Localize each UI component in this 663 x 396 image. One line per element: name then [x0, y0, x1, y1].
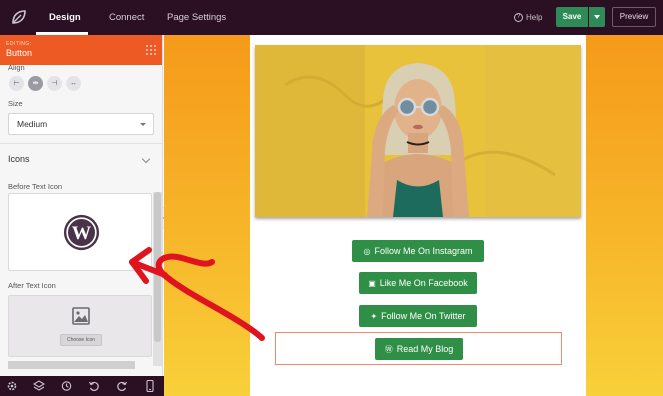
help-icon: ?	[514, 13, 523, 23]
tab-page-settings[interactable]: Page Settings	[167, 0, 226, 35]
mobile-preview-icon[interactable]	[144, 380, 156, 392]
icons-section-title[interactable]: Icons	[8, 154, 30, 164]
hero-image[interactable]	[255, 45, 581, 217]
size-value: Medium	[17, 119, 48, 129]
align-center-icon[interactable]: ⇹	[28, 76, 43, 91]
tab-design[interactable]: Design	[49, 0, 81, 35]
grid-menu-icon[interactable]	[145, 44, 157, 56]
seedprod-logo[interactable]	[9, 7, 29, 27]
twitter-icon: ✦	[370, 312, 378, 321]
facebook-icon: ▣	[368, 279, 376, 288]
before-icon-label: Before Text Icon	[8, 182, 63, 191]
twitter-button-label: Follow Me On Twitter	[381, 311, 466, 321]
page-content: ◎ Follow Me On Instagram ▣ Like Me On Face…	[250, 35, 586, 396]
history-icon[interactable]	[60, 380, 72, 392]
twitter-button[interactable]: ✦ Follow Me On Twitter	[359, 305, 477, 327]
tab-connect[interactable]: Connect	[109, 0, 144, 35]
image-icon	[72, 307, 90, 325]
align-right-icon[interactable]: ⊣	[47, 76, 62, 91]
chevron-down-icon[interactable]	[141, 154, 151, 164]
before-icon-picker[interactable]: W	[8, 193, 152, 271]
top-bar: Design Connect Page Settings ? Help Save …	[0, 0, 663, 35]
preview-button[interactable]: Preview	[612, 7, 656, 27]
layers-icon[interactable]	[33, 380, 45, 392]
save-options-dropdown[interactable]	[589, 7, 605, 27]
settings-icon[interactable]	[6, 380, 18, 392]
instagram-icon: ◎	[363, 247, 371, 256]
align-full-icon[interactable]: ↔	[66, 76, 81, 91]
bottom-toolbar	[0, 376, 164, 396]
facebook-button-label: Like Me On Facebook	[379, 278, 468, 288]
size-select[interactable]: Medium	[8, 113, 154, 135]
help-label: Help	[526, 13, 543, 22]
editing-title: Button	[6, 48, 33, 58]
page-canvas: ◎ Follow Me On Instagram ▣ Like Me On Face…	[164, 35, 663, 396]
save-button[interactable]: Save	[556, 7, 588, 27]
blog-button[interactable]: Ⓦ Read My Blog	[375, 338, 463, 360]
svg-text:W: W	[72, 223, 92, 244]
wordpress-icon: W	[63, 214, 100, 251]
align-label: Align	[8, 63, 25, 72]
editing-header: EDITING: Button	[0, 35, 162, 65]
size-label: Size	[8, 99, 23, 108]
horizontal-scrollbar[interactable]	[8, 361, 135, 369]
wordpress-icon: Ⓦ	[384, 345, 393, 354]
panel-scrollbar[interactable]	[153, 192, 162, 366]
help-link[interactable]: ? Help	[514, 0, 542, 35]
undo-icon[interactable]	[88, 380, 100, 392]
after-icon-picker[interactable]: Choose Icon	[8, 295, 152, 357]
align-left-icon[interactable]: ⊢	[9, 76, 24, 91]
scrollbar-thumb[interactable]	[154, 192, 161, 342]
facebook-button[interactable]: ▣ Like Me On Facebook	[359, 272, 477, 294]
choose-icon-button[interactable]: Choose Icon	[60, 334, 102, 346]
settings-panel: EDITING: Button Align ⊢ ⇹ ⊣ ↔ Size Mediu…	[0, 35, 163, 376]
after-icon-label: After Text Icon	[8, 281, 56, 290]
instagram-button-label: Follow Me On Instagram	[374, 246, 473, 256]
editing-label: EDITING:	[6, 41, 32, 47]
redo-icon[interactable]	[116, 380, 128, 392]
blog-button-label: Read My Blog	[396, 344, 454, 354]
instagram-button[interactable]: ◎ Follow Me On Instagram	[352, 240, 484, 262]
section-divider	[0, 143, 162, 144]
chevron-down-icon	[140, 123, 146, 126]
